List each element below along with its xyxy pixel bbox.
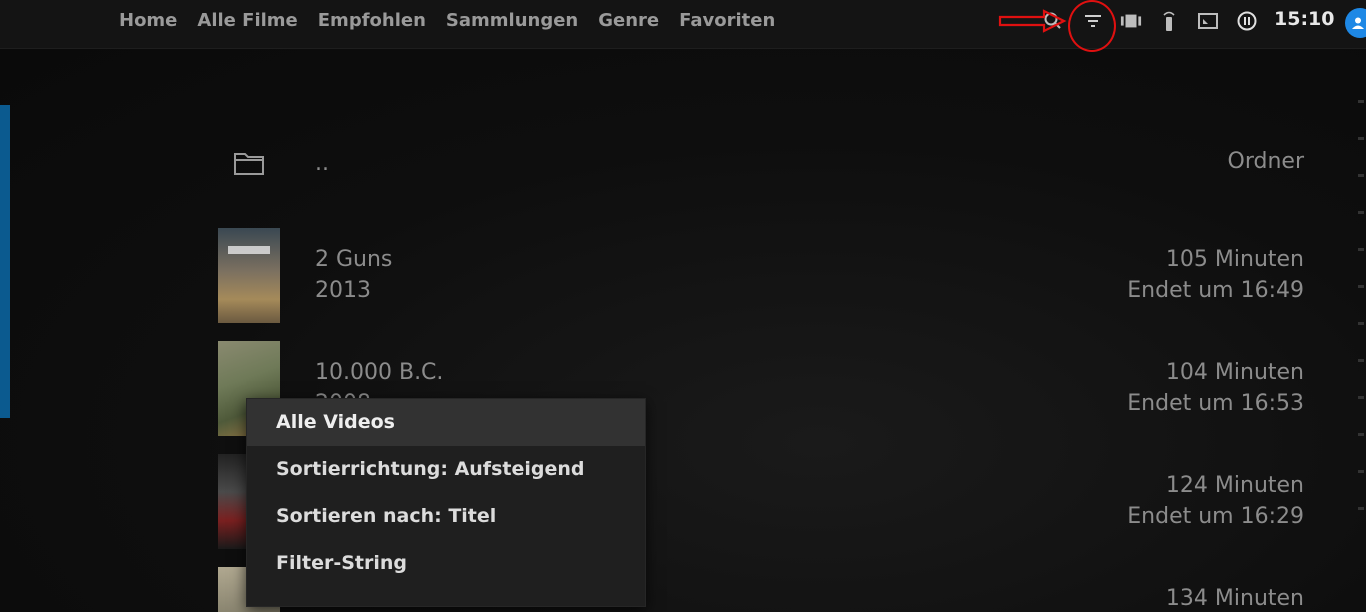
menu-item-all-videos[interactable]: Alle Videos <box>247 399 645 446</box>
movie-title: 2 Guns <box>315 247 393 272</box>
folder-type: Ordner <box>1227 149 1304 174</box>
clock: 15:10 <box>1274 8 1335 30</box>
nav-genre[interactable]: Genre <box>598 10 659 31</box>
user-icon <box>1352 17 1364 29</box>
movie-duration: 134 Minuten <box>1165 586 1304 611</box>
annotation-circle <box>1068 0 1116 52</box>
menu-item-sort-by[interactable]: Sortieren nach: Titel <box>247 493 645 540</box>
pause-circle-icon[interactable] <box>1236 10 1258 32</box>
user-avatar[interactable] <box>1345 8 1366 38</box>
movie-duration: 124 Minuten <box>1165 473 1304 498</box>
alphabet-picker[interactable] <box>1352 100 1366 612</box>
movie-poster <box>218 228 280 323</box>
annotation-arrow <box>998 9 1067 33</box>
main-nav: Home Alle Filme Empfohlen Sammlungen Gen… <box>119 0 795 40</box>
list-item[interactable]: 2 Guns 2013 105 Minuten Endet um 16:49 <box>218 228 1308 323</box>
cast-icon[interactable] <box>1120 10 1142 32</box>
movie-duration: 104 Minuten <box>1165 360 1304 385</box>
list-item-parent-folder[interactable]: .. Ordner <box>218 140 1308 190</box>
movie-end-time: Endet um 16:29 <box>1127 504 1304 529</box>
folder-icon <box>233 150 265 180</box>
menu-item-filter-string[interactable]: Filter-String <box>247 540 645 587</box>
top-bar: Home Alle Filme Empfohlen Sammlungen Gen… <box>0 0 1366 52</box>
movie-year: 2013 <box>315 278 371 303</box>
nav-recommended[interactable]: Empfohlen <box>318 10 426 31</box>
movie-title: 10.000 B.C. <box>315 360 444 385</box>
left-scroll-accent <box>0 105 10 418</box>
movie-duration: 105 Minuten <box>1165 247 1304 272</box>
movie-end-time: Endet um 16:53 <box>1127 391 1304 416</box>
remote-icon[interactable] <box>1158 10 1180 32</box>
nav-home[interactable]: Home <box>119 10 177 31</box>
movie-end-time: Endet um 16:49 <box>1127 278 1304 303</box>
picture-in-picture-icon[interactable] <box>1197 10 1219 32</box>
filter-menu: Alle Videos Sortierrichtung: Aufsteigend… <box>246 398 646 607</box>
nav-all-movies[interactable]: Alle Filme <box>197 10 297 31</box>
nav-collections[interactable]: Sammlungen <box>446 10 578 31</box>
menu-item-sort-direction[interactable]: Sortierrichtung: Aufsteigend <box>247 446 645 493</box>
nav-favorites[interactable]: Favoriten <box>679 10 775 31</box>
folder-name: .. <box>315 151 329 176</box>
